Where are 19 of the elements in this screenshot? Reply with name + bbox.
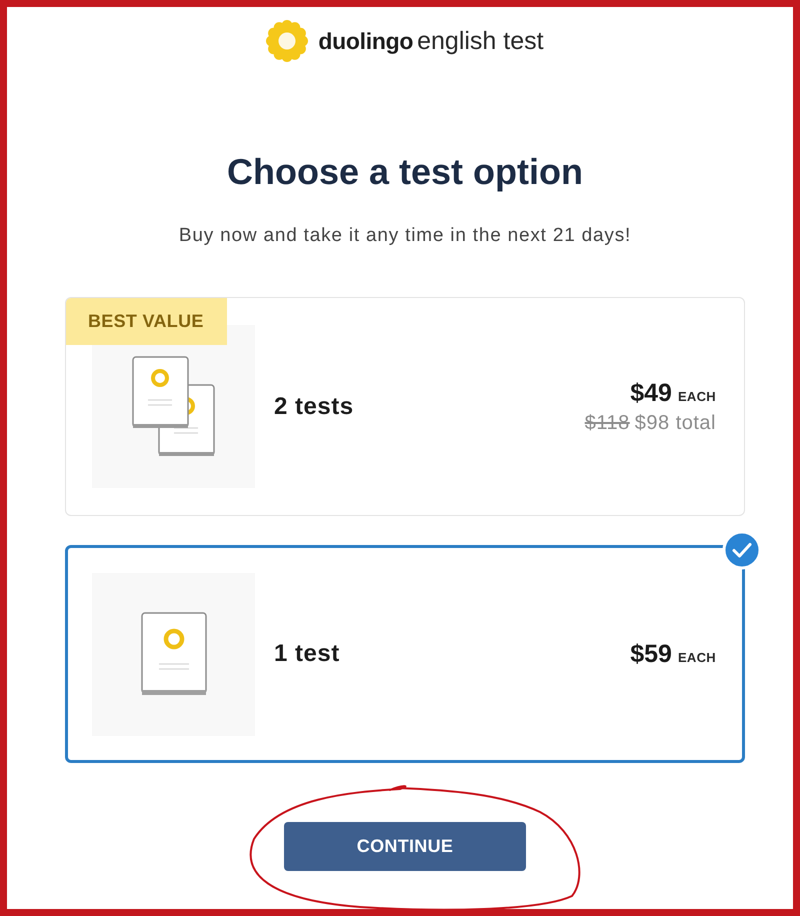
price-unit: EACH (678, 650, 716, 664)
price: $59 (630, 640, 672, 668)
total-price: $98 total (634, 412, 716, 434)
original-price: $118 (584, 412, 630, 434)
brand-name: duolingo (318, 28, 414, 54)
continue-button[interactable]: CONTINUE (284, 822, 526, 871)
option-label: 2 tests (274, 392, 354, 420)
subtitle: Buy now and take it any time in the next 21 days! (178, 224, 632, 248)
option-card[interactable]: 1 test $59 EACH (65, 545, 745, 763)
option-label: 1 test (274, 640, 340, 668)
logo-icon (266, 20, 308, 62)
document-icon (140, 612, 206, 696)
price: $49 (630, 378, 672, 408)
page-title: Choose a test option (226, 150, 583, 194)
price-unit: EACH (678, 388, 716, 404)
stacked-documents-icon (132, 356, 216, 458)
promo-badge: BEST VALUE (66, 298, 227, 345)
option-card[interactable]: BEST VALUE 2 tests $49 EACH $118 $98 total (65, 297, 745, 516)
product-name: english test (417, 26, 544, 56)
